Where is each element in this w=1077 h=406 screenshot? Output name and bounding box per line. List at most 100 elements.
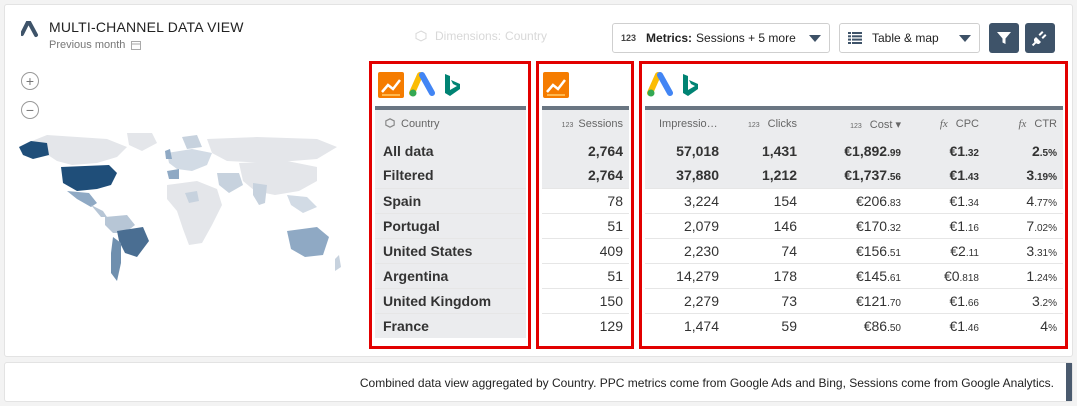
table-row[interactable]: 57,018 1,431 €1,892.99 €1.32 2.5% <box>645 138 1063 163</box>
cell-impressions: 14,279 <box>645 262 725 288</box>
cell-cpc: €1.32 <box>949 142 979 159</box>
calendar-icon[interactable] <box>131 40 142 50</box>
cell-cpc: €0.818 <box>907 262 985 288</box>
cell-impressions: 1,474 <box>645 312 725 338</box>
table-row[interactable]: 2,764 <box>542 138 629 163</box>
table-row[interactable]: 150 <box>542 287 629 313</box>
cell-cpc: €2.11 <box>907 237 985 263</box>
table-row[interactable]: Filtered <box>375 163 526 188</box>
cell-impressions: 2,079 <box>645 212 725 238</box>
cell-cost: €145.61 <box>803 262 907 288</box>
google-ads-logo-icon <box>409 72 435 97</box>
table-grid-icon <box>848 32 862 44</box>
column-header-ctr[interactable]: fx CTR <box>985 110 1063 138</box>
dimensions-selector[interactable]: Dimensions: Country <box>415 29 547 43</box>
map-zoom-out-button[interactable]: − <box>21 101 39 119</box>
bing-logo-icon <box>445 74 460 96</box>
cell-clicks: 178 <box>725 262 803 288</box>
caption-accent <box>1066 363 1072 401</box>
cell-clicks: 73 <box>725 287 803 313</box>
cell-country: Filtered <box>383 167 434 184</box>
cell-cost: €1,737.56 <box>844 167 901 184</box>
map-region-alaska <box>19 141 49 159</box>
cell-cpc: €1.16 <box>907 212 985 238</box>
cube-icon <box>415 30 427 42</box>
table-row[interactable]: All data <box>375 138 526 163</box>
table-row[interactable]: Argentina <box>375 262 526 288</box>
dimensions-value: Country <box>505 29 548 43</box>
table-row[interactable]: 51 <box>542 212 629 238</box>
bing-logo-icon <box>683 74 698 96</box>
cell-impressions: 57,018 <box>676 142 719 159</box>
column-header-country[interactable]: Country <box>375 110 526 138</box>
cell-cpc: €1.46 <box>907 312 985 338</box>
column-header-clicks[interactable]: 123 Clicks <box>725 110 803 138</box>
chevron-down-icon <box>809 34 821 42</box>
table-row[interactable]: 2,230 74 €156.51 €2.11 3.31% <box>645 237 1063 263</box>
table-row[interactable]: 2,764 <box>542 163 629 188</box>
map-region-asia <box>239 161 317 195</box>
filter-button[interactable] <box>989 23 1019 53</box>
google-analytics-logo-icon <box>378 72 404 98</box>
world-map[interactable] <box>17 133 347 283</box>
metrics-dropdown[interactable]: 123 Metrics: Sessions + 5 more <box>612 23 830 53</box>
cell-sessions: 51 <box>542 212 629 238</box>
cell-country: Argentina <box>375 262 526 288</box>
table-row[interactable]: 2,279 73 €121.70 €1.66 3.2% <box>645 287 1063 313</box>
column-header-cost[interactable]: 123 Cost ▾ <box>803 110 907 138</box>
connect-button[interactable] <box>1025 23 1055 53</box>
table-row[interactable]: 2,079 146 €170.32 €1.16 7.02% <box>645 212 1063 238</box>
table-row[interactable]: France <box>375 312 526 338</box>
map-region-africa <box>167 181 222 245</box>
column-header-impressions[interactable]: Impressio… <box>645 110 725 138</box>
map-region-uk <box>165 149 172 159</box>
date-range-label[interactable]: Previous month <box>49 39 125 51</box>
cell-ctr: 1.24% <box>985 262 1063 288</box>
numeric-icon: 123 <box>621 33 637 43</box>
metrics-label: Metrics: <box>646 31 693 45</box>
table-row[interactable]: United Kingdom <box>375 287 526 313</box>
map-region-central-america <box>91 205 107 217</box>
cell-ctr: 3.2% <box>985 287 1063 313</box>
cell-ctr: 3.31% <box>985 237 1063 263</box>
table-row[interactable]: 14,279 178 €145.61 €0.818 1.24% <box>645 262 1063 288</box>
cell-country: United Kingdom <box>375 287 526 313</box>
table-row[interactable]: Portugal <box>375 212 526 238</box>
column-header-cpc[interactable]: fx CPC <box>907 110 985 138</box>
cell-cost: €206.83 <box>803 187 907 213</box>
cell-clicks: 74 <box>725 237 803 263</box>
table-row[interactable]: 37,880 1,212 €1,737.56 €1.43 3.19% <box>645 163 1063 188</box>
widget-card: MULTI-CHANNEL DATA VIEW Previous month D… <box>4 4 1073 357</box>
map-region-russia <box>207 137 337 163</box>
chevron-down-icon <box>959 34 971 42</box>
cell-country: France <box>375 312 526 338</box>
cell-cost: €170.32 <box>803 212 907 238</box>
cell-sessions: 150 <box>542 287 629 313</box>
table-row[interactable]: 51 <box>542 262 629 288</box>
filter-icon <box>997 32 1011 44</box>
table-row[interactable]: 409 <box>542 237 629 263</box>
cell-sessions: 51 <box>542 262 629 288</box>
column-header-sessions[interactable]: 123 Sessions <box>542 110 629 138</box>
map-zoom-in-button[interactable]: + <box>21 72 39 90</box>
table-row[interactable]: 3,224 154 €206.83 €1.34 4.77% <box>645 187 1063 213</box>
cell-impressions: 3,224 <box>645 187 725 213</box>
google-ads-logo-icon <box>647 72 673 97</box>
cell-ctr: 4.77% <box>985 187 1063 213</box>
table-row[interactable]: 129 <box>542 312 629 338</box>
cell-ctr: 2.5% <box>1031 142 1057 159</box>
map-region-iberia <box>167 169 179 179</box>
table-row[interactable]: 78 <box>542 187 629 213</box>
view-mode-dropdown[interactable]: Table & map <box>839 23 980 53</box>
table-row[interactable]: Spain <box>375 187 526 213</box>
cell-cpc: €1.66 <box>907 287 985 313</box>
sessions-table: 123 Sessions 2,764 2,764 78 51 409 51 150… <box>542 110 629 338</box>
cube-icon <box>385 118 395 128</box>
plug-icon <box>1031 31 1047 47</box>
table-row[interactable]: 1,474 59 €86.50 €1.46 4% <box>645 312 1063 338</box>
table-row[interactable]: United States <box>375 237 526 263</box>
cell-ctr: 4% <box>985 312 1063 338</box>
map-region-new-zealand <box>335 255 341 271</box>
map-region-brazil <box>117 227 149 257</box>
map-region-middle-east <box>217 173 243 193</box>
